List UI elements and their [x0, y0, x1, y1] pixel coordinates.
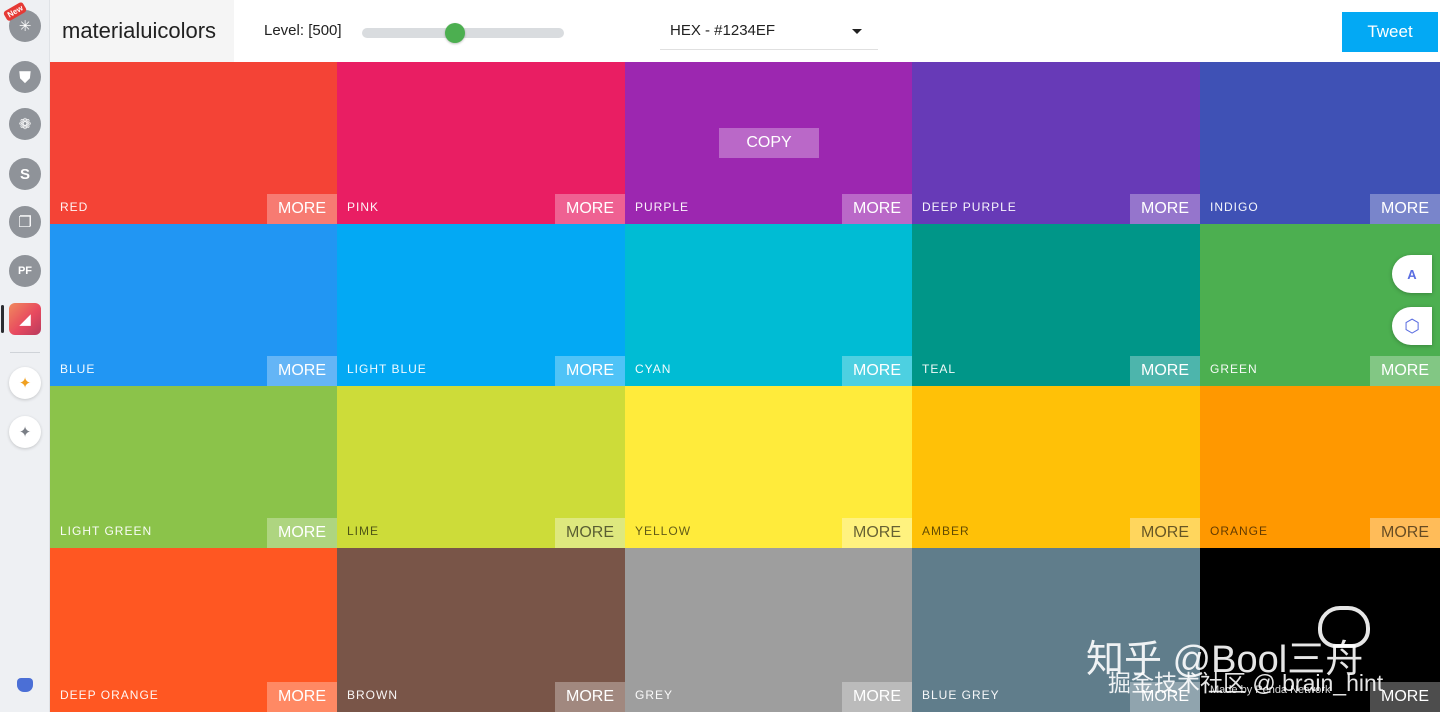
active-app-icon[interactable]: ◢: [9, 303, 41, 335]
color-cell[interactable]: LIME MORE: [337, 386, 625, 548]
color-name: LIGHT GREEN: [60, 524, 153, 538]
layers-icon[interactable]: ❐: [9, 206, 41, 238]
slider-thumb[interactable]: [444, 23, 465, 43]
brand-box: materialuicolors: [50, 0, 234, 62]
color-name: ORANGE: [1210, 524, 1269, 538]
s-icon[interactable]: S: [9, 158, 41, 190]
more-button[interactable]: MORE: [555, 194, 625, 224]
color-cell[interactable]: GREY MORE: [625, 548, 912, 712]
color-cell[interactable]: AMBER MORE: [912, 386, 1200, 548]
more-button[interactable]: MORE: [1370, 518, 1440, 548]
more-button[interactable]: MORE: [267, 682, 337, 712]
color-cell[interactable]: PINK MORE: [337, 62, 625, 224]
color-name: BLUE: [60, 362, 96, 376]
more-button[interactable]: MORE: [1130, 518, 1200, 548]
sidebar-divider: [10, 352, 40, 353]
color-cell[interactable]: PURPLE MORE COPY: [625, 62, 912, 224]
more-button[interactable]: MORE: [1130, 356, 1200, 386]
color-cell[interactable]: INDIGO MORE: [1200, 62, 1440, 224]
copy-button[interactable]: COPY: [719, 128, 819, 158]
format-select-value: HEX - #1234EF: [670, 22, 776, 39]
more-button[interactable]: MORE: [842, 682, 912, 712]
more-button[interactable]: MORE: [555, 356, 625, 386]
color-name: PINK: [347, 200, 380, 214]
color-grid: RED MORE PINK MORE PURPLE MORE COPY DEEP PURPLE…: [50, 62, 1440, 712]
star-icon[interactable]: ✦: [9, 416, 41, 448]
format-select[interactable]: HEX - #1234EF: [660, 12, 878, 50]
color-name: PURPLE: [635, 200, 690, 214]
more-button[interactable]: MORE: [555, 682, 625, 712]
color-cell[interactable]: LIGHT GREEN MORE: [50, 386, 337, 548]
more-button[interactable]: MORE: [267, 356, 337, 386]
bottom-extension-icon[interactable]: [17, 678, 33, 692]
color-name: TEAL: [922, 362, 957, 376]
extension-sidebar: New ✳ ⛊ ❁ S ❐ PF ◢ ✦ ✦: [0, 0, 50, 712]
more-button[interactable]: MORE: [842, 518, 912, 548]
color-cell[interactable]: CYAN MORE: [625, 224, 912, 386]
color-name: GREY: [635, 688, 674, 702]
palette-icon[interactable]: ❁: [9, 108, 41, 140]
color-name: YELLOW: [635, 524, 692, 538]
color-name: BROWN: [347, 688, 398, 702]
chevron-down-icon: [852, 29, 862, 34]
color-name: INDIGO: [1210, 200, 1259, 214]
color-cell[interactable]: BLUE MORE: [50, 224, 337, 386]
color-name: CYAN: [635, 362, 672, 376]
color-name: BLUE GREY: [922, 688, 1000, 702]
brand-title: materialuicolors: [62, 18, 217, 43]
duck-icon[interactable]: ✦: [9, 367, 41, 399]
active-indicator: [1, 305, 4, 333]
watermark-line2: 掘金技术社区 @ brain_hint: [1108, 670, 1384, 696]
more-button[interactable]: MORE: [267, 194, 337, 224]
color-cell[interactable]: TEAL MORE: [912, 224, 1200, 386]
color-cell[interactable]: YELLOW MORE: [625, 386, 912, 548]
color-cell[interactable]: DEEP PURPLE MORE: [912, 62, 1200, 224]
tweet-button[interactable]: Tweet: [1342, 12, 1438, 52]
color-cell[interactable]: ORANGE MORE: [1200, 386, 1440, 548]
pf-icon[interactable]: PF: [9, 255, 41, 287]
color-name: LIME: [347, 524, 380, 538]
color-cell[interactable]: DEEP ORANGE MORE: [50, 548, 337, 712]
color-name: AMBER: [922, 524, 970, 538]
color-name: LIGHT BLUE: [347, 362, 427, 376]
header: materialuicolors Level: [500] HEX - #123…: [50, 0, 1440, 62]
level-slider[interactable]: [362, 22, 564, 44]
level-label: Level: [500]: [264, 22, 342, 39]
color-cell[interactable]: BROWN MORE: [337, 548, 625, 712]
hexagon-icon[interactable]: ⬡: [1392, 307, 1432, 345]
color-cell[interactable]: GREEN MORE: [1200, 224, 1440, 386]
color-name: DEEP ORANGE: [60, 688, 159, 702]
app-root: New ✳ ⛊ ❁ S ❐ PF ◢ ✦ ✦ materialuicolors …: [0, 0, 1440, 712]
shield-icon[interactable]: ⛊: [9, 61, 41, 93]
more-button[interactable]: MORE: [842, 194, 912, 224]
more-button[interactable]: MORE: [842, 356, 912, 386]
color-cell[interactable]: RED MORE: [50, 62, 337, 224]
more-button[interactable]: MORE: [1370, 356, 1440, 386]
more-button[interactable]: MORE: [267, 518, 337, 548]
color-name: RED: [60, 200, 89, 214]
color-name: GREEN: [1210, 362, 1258, 376]
more-button[interactable]: MORE: [555, 518, 625, 548]
color-name: DEEP PURPLE: [922, 200, 1017, 214]
translate-icon[interactable]: A: [1392, 255, 1432, 293]
more-button[interactable]: MORE: [1370, 194, 1440, 224]
more-button[interactable]: MORE: [1130, 194, 1200, 224]
color-cell[interactable]: LIGHT BLUE MORE: [337, 224, 625, 386]
